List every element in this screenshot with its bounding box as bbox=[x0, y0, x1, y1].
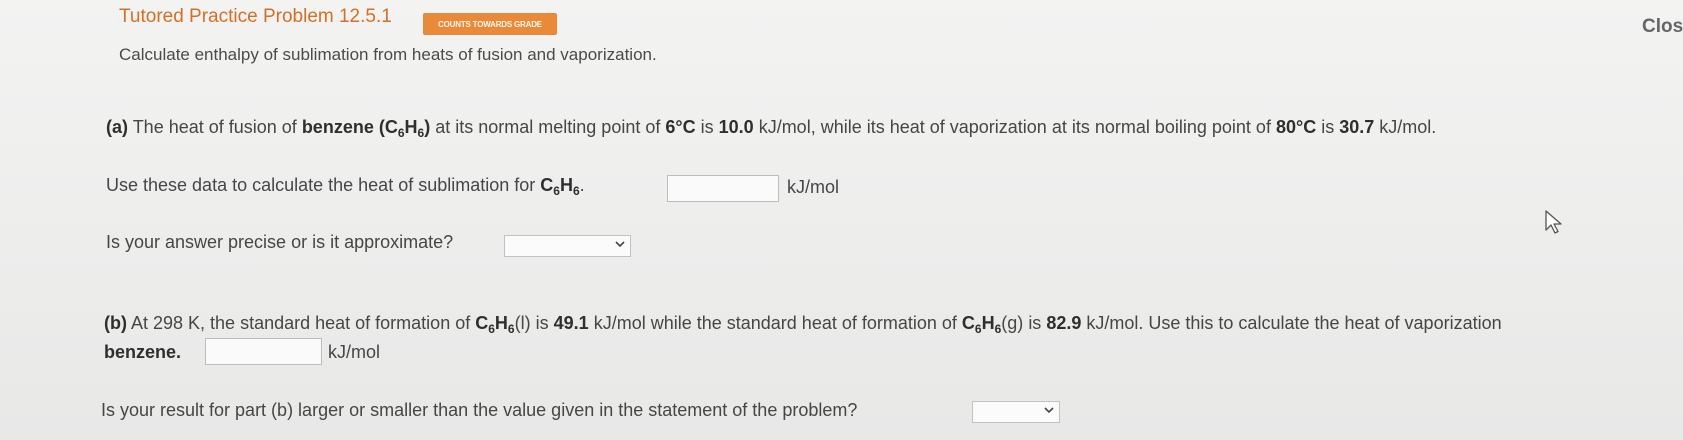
formula-part: C bbox=[961, 313, 975, 333]
part-b-text: kJ/mol while the standard heat of format… bbox=[593, 313, 957, 333]
fusion-value: 10.0 bbox=[718, 117, 754, 137]
gas-formation-value: 82.9 bbox=[1046, 313, 1082, 333]
problem-title: Tutored Practice Problem 12.5.1 bbox=[119, 6, 392, 27]
chevron-down-icon bbox=[615, 241, 625, 248]
formula-subscript: 6 bbox=[397, 126, 405, 140]
part-b-label: (b) bbox=[104, 313, 127, 333]
formula-part: H bbox=[494, 313, 508, 333]
part-b-text: is bbox=[1028, 313, 1042, 333]
part-b-text: At 298 K, the standard heat of formation… bbox=[131, 313, 471, 333]
part-b-text: kJ/mol. Use this to calculate the heat o… bbox=[1086, 313, 1502, 333]
formula-state: (g) bbox=[1001, 313, 1024, 333]
part-a-question-1: Use these data to calculate the heat of … bbox=[106, 175, 585, 198]
part-b-question-2: Is your result for part (b) larger or sm… bbox=[101, 400, 858, 420]
part-a-text: at its normal melting point of bbox=[435, 117, 661, 137]
part-a-question-2: Is your answer precise or is it approxim… bbox=[106, 232, 454, 252]
formula-part: H bbox=[981, 313, 995, 333]
vaporization-unit: kJ/mol bbox=[328, 342, 381, 362]
sublimation-answer-input[interactable] bbox=[667, 175, 779, 202]
compound-name: benzene bbox=[301, 117, 374, 137]
formula-part: . bbox=[579, 175, 585, 195]
chevron-down-icon bbox=[1044, 407, 1054, 414]
precise-approx-select[interactable] bbox=[504, 235, 631, 257]
part-a-text: The heat of fusion of bbox=[132, 117, 297, 137]
part-b-statement: (b) At 298 K, the standard heat of forma… bbox=[104, 313, 1502, 336]
close-link[interactable]: Clos bbox=[1642, 16, 1683, 38]
formula-subscript: 6 bbox=[488, 322, 495, 336]
problem-description: Calculate enthalpy of sublimation from h… bbox=[119, 45, 657, 64]
problem-page: Tutored Practice Problem 12.5.1 COUNTS T… bbox=[0, 0, 1683, 440]
question-text: Use these data to calculate the heat of … bbox=[106, 175, 536, 195]
formula-subscript: 6 bbox=[572, 184, 580, 198]
formula-part: C bbox=[540, 175, 554, 195]
vaporization-value: 30.7 bbox=[1339, 117, 1375, 137]
compound-name: benzene. bbox=[104, 342, 182, 362]
vaporization-answer-input[interactable] bbox=[205, 338, 322, 365]
larger-smaller-select[interactable] bbox=[972, 401, 1060, 423]
grade-badge: COUNTS TOWARDS GRADE bbox=[423, 13, 557, 35]
part-b-line-2: benzene. bbox=[104, 342, 181, 363]
formula-subscript: 6 bbox=[974, 322, 982, 336]
formula-subscript: 6 bbox=[553, 184, 560, 198]
part-a-text: kJ/mol. bbox=[1379, 117, 1437, 137]
formula-part: ) bbox=[424, 117, 431, 137]
part-b-text: is bbox=[535, 313, 549, 333]
liquid-formation-value: 49.1 bbox=[553, 313, 589, 333]
formula-subscript: 6 bbox=[507, 322, 515, 336]
part-a-text: is bbox=[1321, 117, 1335, 137]
formula-state: (l) bbox=[514, 313, 531, 333]
formula-part: H bbox=[404, 117, 418, 137]
mouse-cursor-icon bbox=[1545, 210, 1562, 234]
formula-part: (C bbox=[378, 117, 398, 137]
melting-point: 6°C bbox=[665, 117, 696, 137]
part-a-text: is bbox=[700, 117, 714, 137]
boiling-point: 80°C bbox=[1275, 117, 1317, 137]
part-a-label: (a) bbox=[106, 117, 128, 137]
part-a-statement: (a) The heat of fusion of benzene (C6H6)… bbox=[106, 117, 1436, 140]
formula-part: H bbox=[559, 175, 573, 195]
formula-part: C bbox=[475, 313, 489, 333]
part-a-text: kJ/mol, while its heat of vaporization a… bbox=[758, 117, 1271, 137]
sublimation-unit: kJ/mol bbox=[787, 177, 840, 197]
